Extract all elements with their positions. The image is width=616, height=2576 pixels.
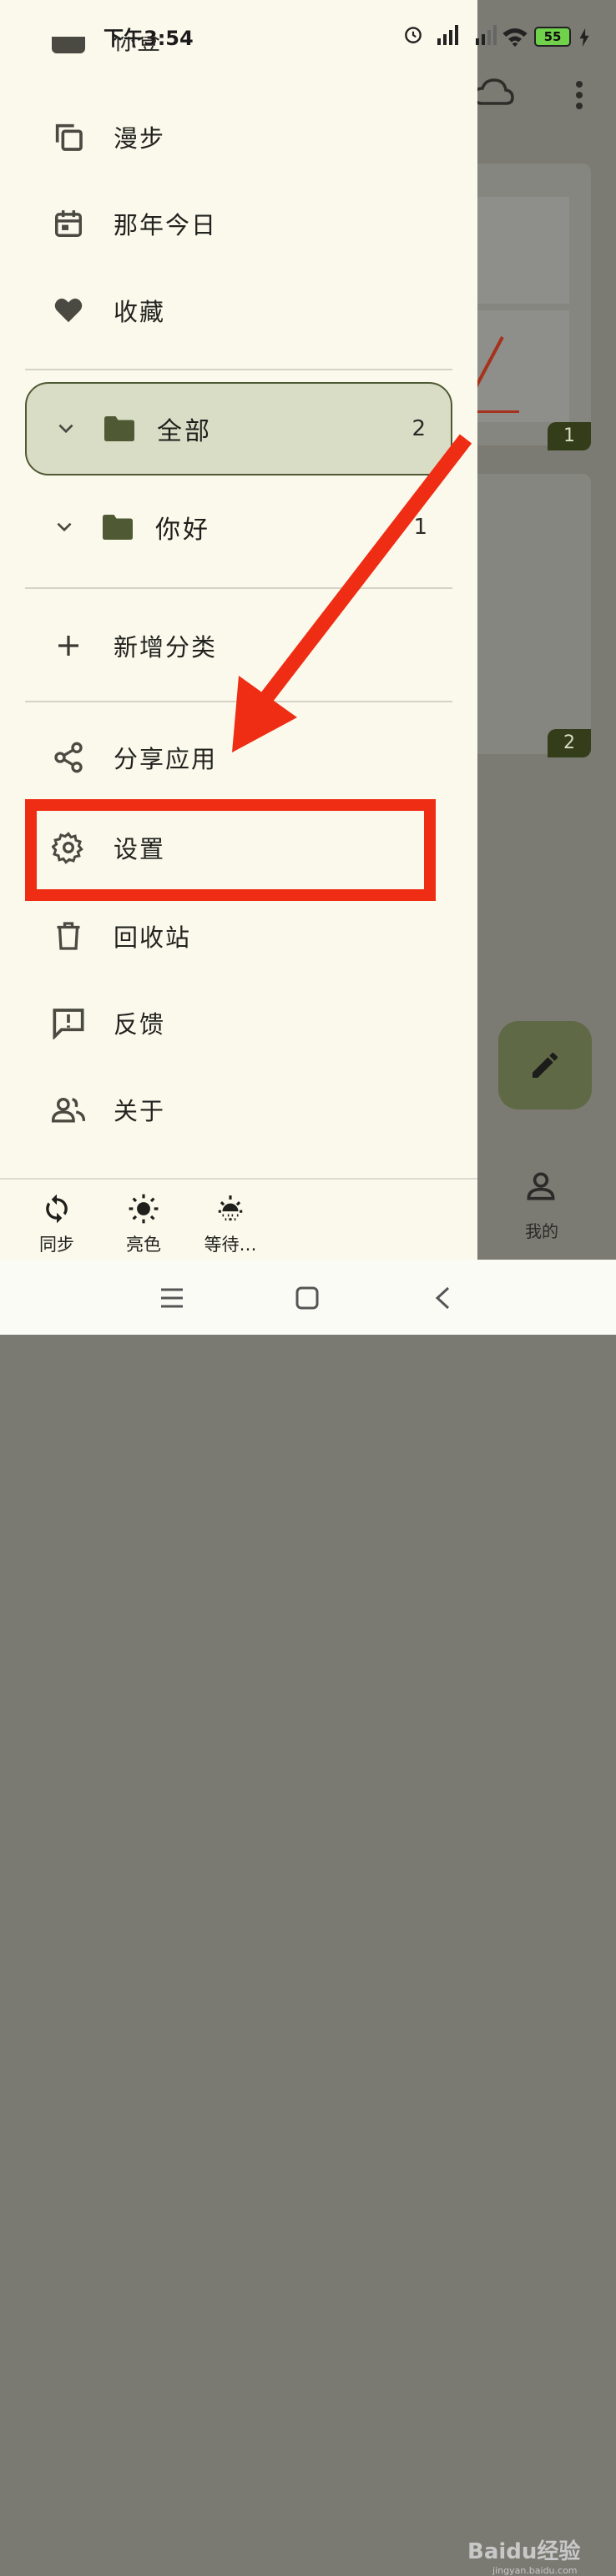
- wifi-icon: [502, 28, 528, 47]
- battery-icon: 55: [534, 27, 571, 47]
- watermark-subtext: jingyan.baidu.com: [492, 2565, 578, 2576]
- category-name: 全部: [157, 417, 212, 446]
- folder-icon: [103, 515, 133, 540]
- people-icon: [52, 1093, 85, 1126]
- category-all[interactable]: 全部 2: [25, 382, 452, 475]
- calendar-icon: [52, 207, 85, 240]
- charging-icon: [579, 28, 589, 47]
- note-image: [467, 310, 569, 422]
- menu-item-about[interactable]: 关于: [0, 1076, 477, 1143]
- divider: [25, 369, 452, 370]
- menu-item-label: 新增分类: [114, 633, 218, 662]
- sync-label: 同步: [39, 1235, 74, 1255]
- recents-button[interactable]: [152, 1278, 192, 1318]
- card-count-badge: 1: [548, 422, 591, 450]
- sun-icon: [129, 1194, 159, 1224]
- menu-item-label: 分享应用: [114, 745, 218, 773]
- partial-item-label: 你登: [114, 37, 161, 55]
- person-icon: [527, 1172, 555, 1200]
- watermark-text: Baidu经验: [467, 2539, 581, 2564]
- category-hello[interactable]: 你好 1: [25, 480, 452, 574]
- sync-icon: [46, 1194, 68, 1224]
- sync-button[interactable]: 同步: [23, 1193, 90, 1256]
- edit-fab-button[interactable]: [498, 1021, 592, 1109]
- share-icon: [52, 741, 85, 774]
- system-nav-bar: Baidu经验 jingyan.baidu.com: [0, 1260, 616, 2576]
- partial-item-icon: [52, 37, 85, 53]
- more-vert-icon[interactable]: [574, 80, 584, 110]
- annotation-highlight-box: [25, 799, 436, 901]
- menu-item-label: 那年今日: [114, 211, 218, 239]
- divider: [25, 701, 452, 702]
- note-image-mark: [476, 410, 519, 413]
- category-count: 2: [412, 416, 426, 441]
- light-theme-button[interactable]: 亮色: [110, 1193, 177, 1256]
- square-icon: [295, 1286, 319, 1310]
- category-count: 1: [413, 515, 427, 540]
- drawer-bottom-bar: 同步 亮色 等待…: [0, 1178, 477, 1261]
- menu-item-label: 收藏: [114, 298, 166, 326]
- menu-item-label: 反馈: [114, 1010, 166, 1039]
- cloud-icon[interactable]: [472, 77, 514, 108]
- navigation-drawer: 下午3:54 你登 漫步 那年今日 收藏 全部 2 你好 1 新增分类 分享应用…: [0, 0, 497, 1261]
- sunset-icon: [218, 1195, 243, 1221]
- feedback-icon: [52, 1006, 85, 1039]
- back-button[interactable]: [422, 1278, 462, 1318]
- menu-item-feedback[interactable]: 反馈: [0, 989, 477, 1056]
- menu-item-trash[interactable]: 回收站: [0, 903, 477, 969]
- tab-mine-label: 我的: [525, 1221, 558, 1241]
- category-name: 你好: [155, 516, 210, 545]
- divider: [25, 587, 452, 589]
- trash-icon: [52, 919, 85, 953]
- menu-item-share-app[interactable]: 分享应用: [0, 724, 477, 791]
- note-card[interactable]: [467, 474, 591, 754]
- add-category-button[interactable]: 新增分类: [0, 612, 477, 679]
- menu-item-this-day[interactable]: 那年今日: [0, 190, 477, 257]
- wait-label: 等待…: [204, 1235, 257, 1255]
- back-arrow-icon: [435, 1286, 450, 1310]
- home-button[interactable]: [287, 1278, 327, 1318]
- menu-item-label: 回收站: [114, 923, 192, 952]
- menu-item-wander[interactable]: 漫步: [0, 103, 477, 170]
- plus-icon: [52, 629, 85, 662]
- menu-icon: [161, 1288, 183, 1308]
- signal-hd-icon: [437, 25, 458, 45]
- pencil-icon: [533, 1052, 558, 1078]
- copy-icon: [52, 120, 85, 153]
- signal-hd-icon: [476, 25, 497, 45]
- card-count-badge: 2: [548, 729, 591, 757]
- tab-mine[interactable]: 我的: [467, 1160, 616, 1260]
- heart-icon: [52, 294, 85, 327]
- status-icons: [402, 23, 501, 45]
- menu-item-label: 关于: [114, 1097, 166, 1125]
- folder-icon: [104, 416, 134, 441]
- chevron-down-icon[interactable]: [55, 418, 77, 440]
- menu-item-favorites[interactable]: 收藏: [0, 277, 477, 344]
- chevron-down-icon[interactable]: [53, 516, 75, 538]
- menu-item-label: 漫步: [114, 124, 166, 153]
- light-theme-label: 亮色: [126, 1235, 161, 1255]
- note-image: [467, 197, 569, 304]
- alarm-icon: [405, 27, 422, 43]
- wait-button[interactable]: 等待…: [197, 1193, 264, 1256]
